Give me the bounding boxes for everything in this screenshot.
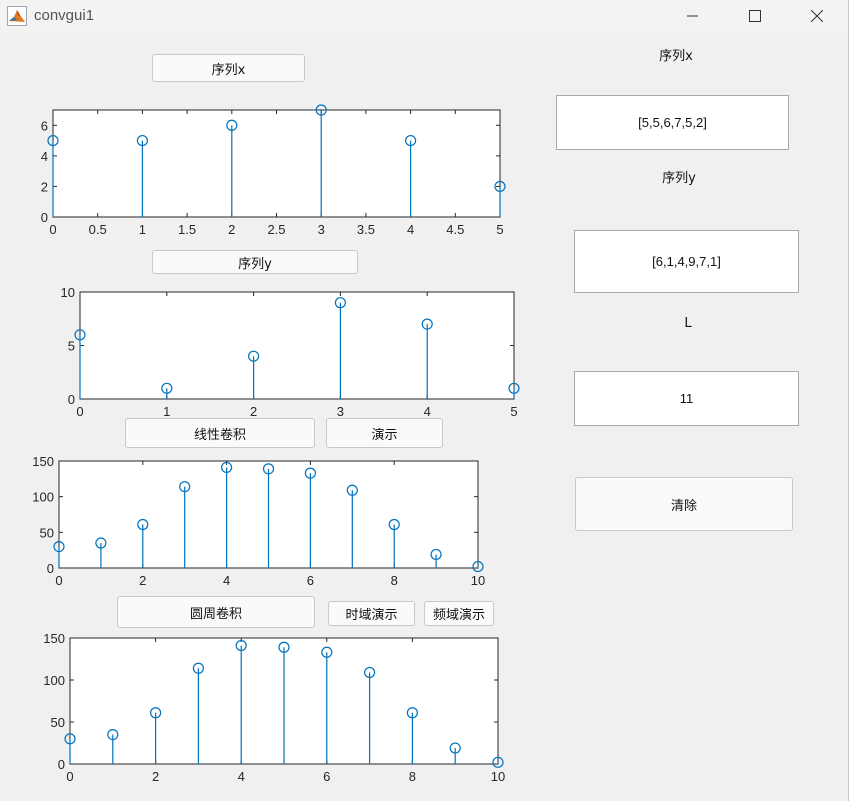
x-tick-label: 2 [228,222,235,237]
y-tick-label: 100 [43,673,65,688]
x-tick-label: 8 [391,573,398,588]
y-tick-label: 50 [51,715,65,730]
x-tick-label: 3 [318,222,325,237]
x-tick-label: 2.5 [267,222,285,237]
y-tick-label: 150 [43,631,65,646]
x-tick-label: 4 [238,769,245,784]
x-tick-label: 3 [337,404,344,419]
linear-conv-axes: 0 2 4 6 8 10050100150 [32,454,485,588]
y-tick-label: 0 [47,561,54,576]
x-tick-label: 5 [496,222,503,237]
y-tick-label: 50 [40,525,54,540]
circular-conv-axes: 0 2 4 6 8 10050100150 [43,631,505,784]
x-tick-label: 4.5 [446,222,464,237]
y-tick-label: 10 [61,285,75,300]
x-tick-label: 2 [250,404,257,419]
x-tick-label: 4 [424,404,431,419]
x-tick-label: 0.5 [89,222,107,237]
x-tick-label: 10 [471,573,485,588]
y-tick-label: 0 [41,210,48,225]
x-tick-label: 3.5 [357,222,375,237]
y-tick-label: 2 [41,179,48,194]
x-tick-label: 10 [491,769,505,784]
y-tick-label: 6 [41,118,48,133]
x-tick-label: 0 [55,573,62,588]
x-tick-label: 1 [163,404,170,419]
y-tick-label: 5 [68,339,75,354]
y-tick-label: 0 [58,757,65,772]
x-tick-label: 1 [139,222,146,237]
plots-layer: 0 0.5 1 1.5 2 2.5 3 3.5 4 4.5 50246 0 1 2 3 4 50510 024… [32,104,520,784]
x-tick-label: 2 [139,573,146,588]
x-tick-label: 0 [76,404,83,419]
x-tick-label: 1.5 [178,222,196,237]
y-tick-label: 4 [41,149,48,164]
x-tick-label: 2 [152,769,159,784]
axes-box [79,291,515,400]
x-tick-label: 6 [307,573,314,588]
x-tick-label: 0 [49,222,56,237]
seq-x-axes: 0 0.5 1 1.5 2 2.5 3 3.5 4 4.5 5 0 2 4 6 [41,104,506,237]
x-tick-label: 4 [407,222,414,237]
x-tick-label: 8 [409,769,416,784]
y-tick-label: 150 [32,454,54,469]
x-tick-label: 0 [66,769,73,784]
x-tick-label: 6 [323,769,330,784]
y-tick-label: 0 [68,392,75,407]
seq-y-axes: 0 1 2 3 4 5 0 5 10 [61,285,520,419]
y-tick-label: 100 [32,490,54,505]
x-tick-label: 5 [510,404,517,419]
axes-box [52,109,501,218]
x-tick-label: 4 [223,573,230,588]
